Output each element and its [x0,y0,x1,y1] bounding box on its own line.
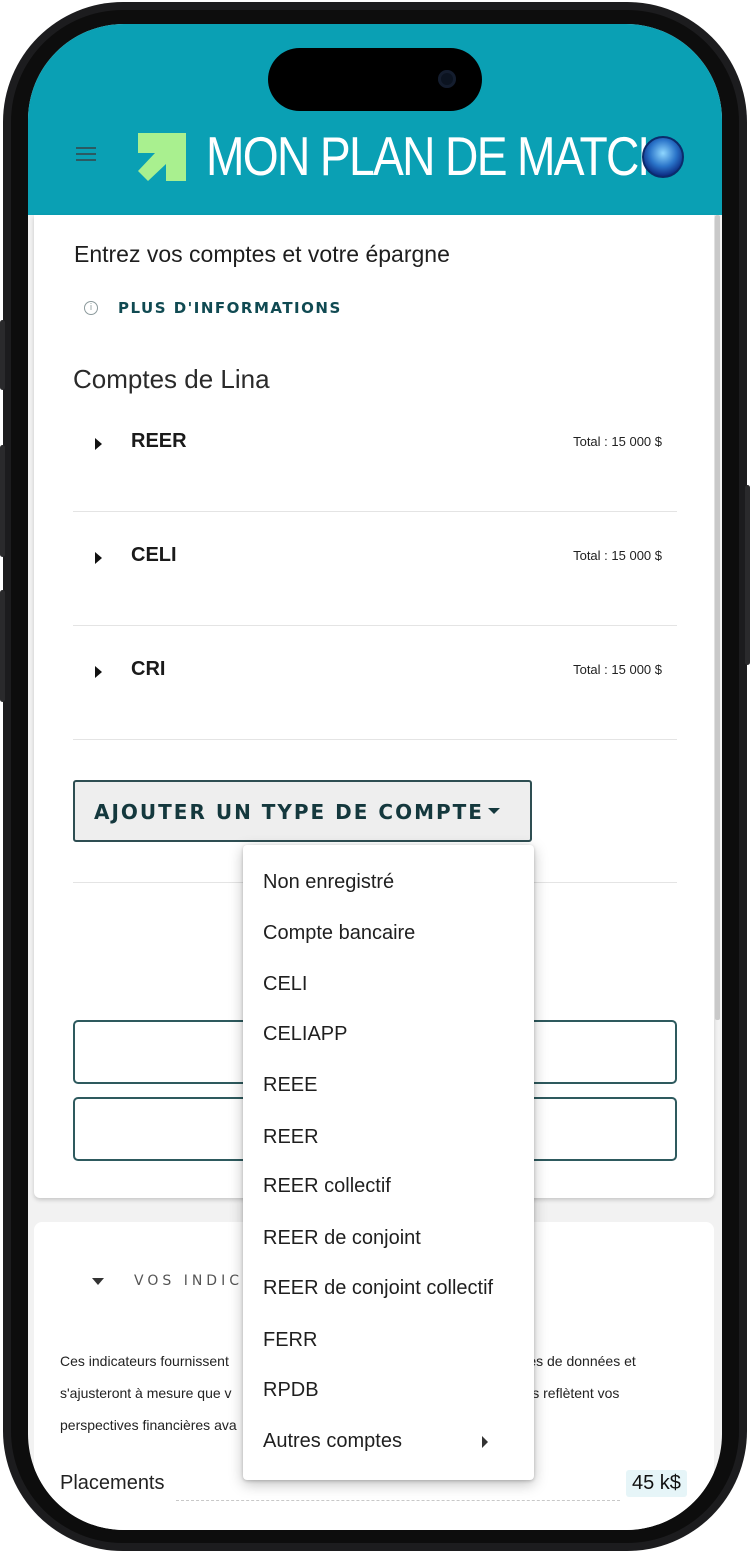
menu-item-reee[interactable]: REEE [263,1074,317,1097]
menu-icon[interactable] [76,147,96,165]
account-total: Total : 15 000 $ [573,434,662,449]
indicators-text-line: s'ajusteront à mesure que v [60,1385,232,1401]
indicators-toggle[interactable]: VOS INDICA [92,1273,257,1289]
menu-item-celiapp[interactable]: CELIAPP [263,1023,347,1046]
side-button-volume-up [0,445,5,557]
menu-item-compte-bancaire[interactable]: Compte bancaire [263,922,415,945]
placements-value: 45 k$ [626,1470,687,1497]
menu-item-autres-comptes[interactable]: Autres comptes [263,1430,514,1453]
menu-item-autres-comptes-label: Autres comptes [263,1430,402,1452]
account-row-reer[interactable]: REER Total : 15 000 $ [73,397,677,512]
indicators-title: VOS INDICA [134,1273,257,1289]
account-total: Total : 15 000 $ [573,662,662,677]
dynamic-island [268,48,482,111]
account-total: Total : 15 000 $ [573,548,662,563]
add-account-type-button[interactable]: AJOUTER UN TYPE DE COMPTE [73,780,532,842]
camera-icon [438,70,456,88]
menu-item-ferr[interactable]: FERR [263,1329,317,1352]
brand-logo-text: MON PLAN DE MATCH [206,125,671,187]
account-row-celi[interactable]: CELI Total : 15 000 $ [73,511,677,626]
indicators-text-line: perspectives financières ava [60,1417,237,1433]
expand-caret-icon [95,552,102,564]
placements-label: Placements [60,1472,165,1494]
add-account-type-label: AJOUTER UN TYPE DE COMPTE [94,800,484,824]
side-button-power [745,485,750,665]
account-row-cri[interactable]: CRI Total : 15 000 $ [73,625,677,740]
more-info-link[interactable]: i PLUS D'INFORMATIONS [84,299,342,317]
chevron-down-icon [488,808,500,814]
menu-item-reer[interactable]: REER [263,1126,319,1149]
info-icon: i [84,301,98,315]
menu-item-reer-conjoint-collectif[interactable]: REER de conjoint collectif [263,1277,493,1300]
menu-item-non-enregistre[interactable]: Non enregistré [263,871,394,894]
account-name: CELI [131,544,177,566]
account-type-dropdown: Non enregistré Compte bancaire CELI CELI… [243,845,534,1480]
menu-item-reer-collectif[interactable]: REER collectif [263,1175,391,1198]
account-name: REER [131,430,187,452]
owner-accounts-title: Comptes de Lina [73,364,270,394]
menu-item-rpdb[interactable]: RPDB [263,1379,319,1402]
avatar[interactable] [642,136,684,178]
side-button-volume-down [0,590,5,702]
screen: MON PLAN DE MATCH Entrez vos comptes et … [28,24,722,1530]
menu-item-celi[interactable]: CELI [263,973,307,996]
account-name: CRI [131,658,166,680]
more-info-label: PLUS D'INFORMATIONS [118,299,342,317]
menu-item-reer-conjoint[interactable]: REER de conjoint [263,1227,421,1250]
page-title: Entrez vos comptes et votre épargne [74,241,450,267]
chevron-right-icon [482,1436,488,1448]
dashed-leader [176,1500,620,1501]
expand-caret-icon [95,666,102,678]
expand-caret-icon [95,438,102,450]
indicators-text-line: Ces indicateurs fournissent [60,1353,229,1369]
side-button-action [0,320,5,390]
scrollbar[interactable] [715,215,720,1020]
chevron-down-icon [92,1277,104,1285]
logo-arrow-icon [138,133,186,181]
